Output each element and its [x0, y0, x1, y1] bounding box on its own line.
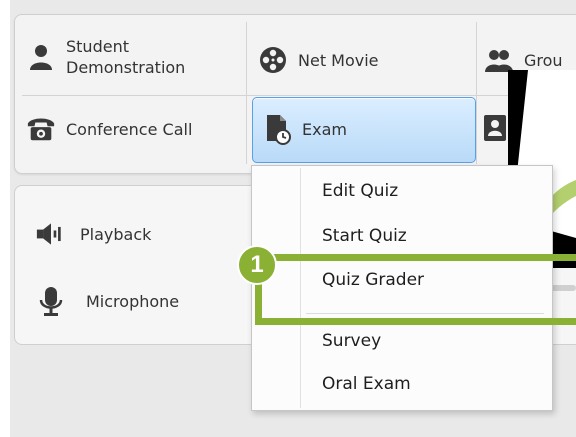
student-demonstration-label-line1: Student: [66, 37, 129, 56]
callout-highlight-top: [255, 254, 576, 261]
microphone-label: Microphone: [86, 291, 180, 311]
person-icon: [26, 42, 56, 72]
playback-control[interactable]: Playback: [36, 219, 151, 249]
menu-item-oral-exam[interactable]: Oral Exam: [322, 374, 411, 394]
menu-item-survey[interactable]: Survey: [322, 331, 381, 351]
callout-number-badge: 1: [237, 245, 277, 285]
exam-dropdown-menu: Edit Quiz Start Quiz Quiz Grader Survey …: [251, 165, 553, 411]
contact-card-icon: [484, 114, 508, 146]
telephone-icon: [26, 114, 56, 144]
toolbar-separator: [246, 22, 247, 164]
callout-highlight-bottom: [255, 318, 576, 325]
conference-call-label: Conference Call: [66, 119, 193, 139]
speaker-icon: [36, 219, 66, 249]
student-demonstration-label: Student Demonstration: [66, 36, 185, 78]
exam-button-content[interactable]: Exam: [262, 114, 347, 145]
exam-document-clock-icon: [262, 114, 292, 145]
conference-call-button[interactable]: Conference Call: [26, 114, 192, 144]
film-reel-icon: [258, 45, 288, 75]
student-demonstration-label-line2: Demonstration: [66, 58, 186, 77]
menu-gutter: [300, 168, 301, 408]
toolbar-separator: [476, 22, 477, 164]
menu-separator: [306, 313, 544, 314]
toolbar-separator: [22, 95, 576, 96]
microphone-icon: [36, 286, 66, 316]
menu-item-start-quiz[interactable]: Start Quiz: [322, 226, 407, 246]
net-movie-label: Net Movie: [298, 50, 379, 70]
student-demonstration-button[interactable]: Student Demonstration: [26, 36, 185, 78]
menu-item-edit-quiz[interactable]: Edit Quiz: [322, 181, 398, 201]
group-label: Grou: [524, 50, 563, 70]
playback-label: Playback: [80, 224, 152, 244]
net-movie-button[interactable]: Net Movie: [258, 45, 379, 75]
microphone-control[interactable]: Microphone: [36, 286, 179, 316]
menu-item-quiz-grader[interactable]: Quiz Grader: [322, 270, 424, 290]
exam-label: Exam: [302, 119, 347, 139]
